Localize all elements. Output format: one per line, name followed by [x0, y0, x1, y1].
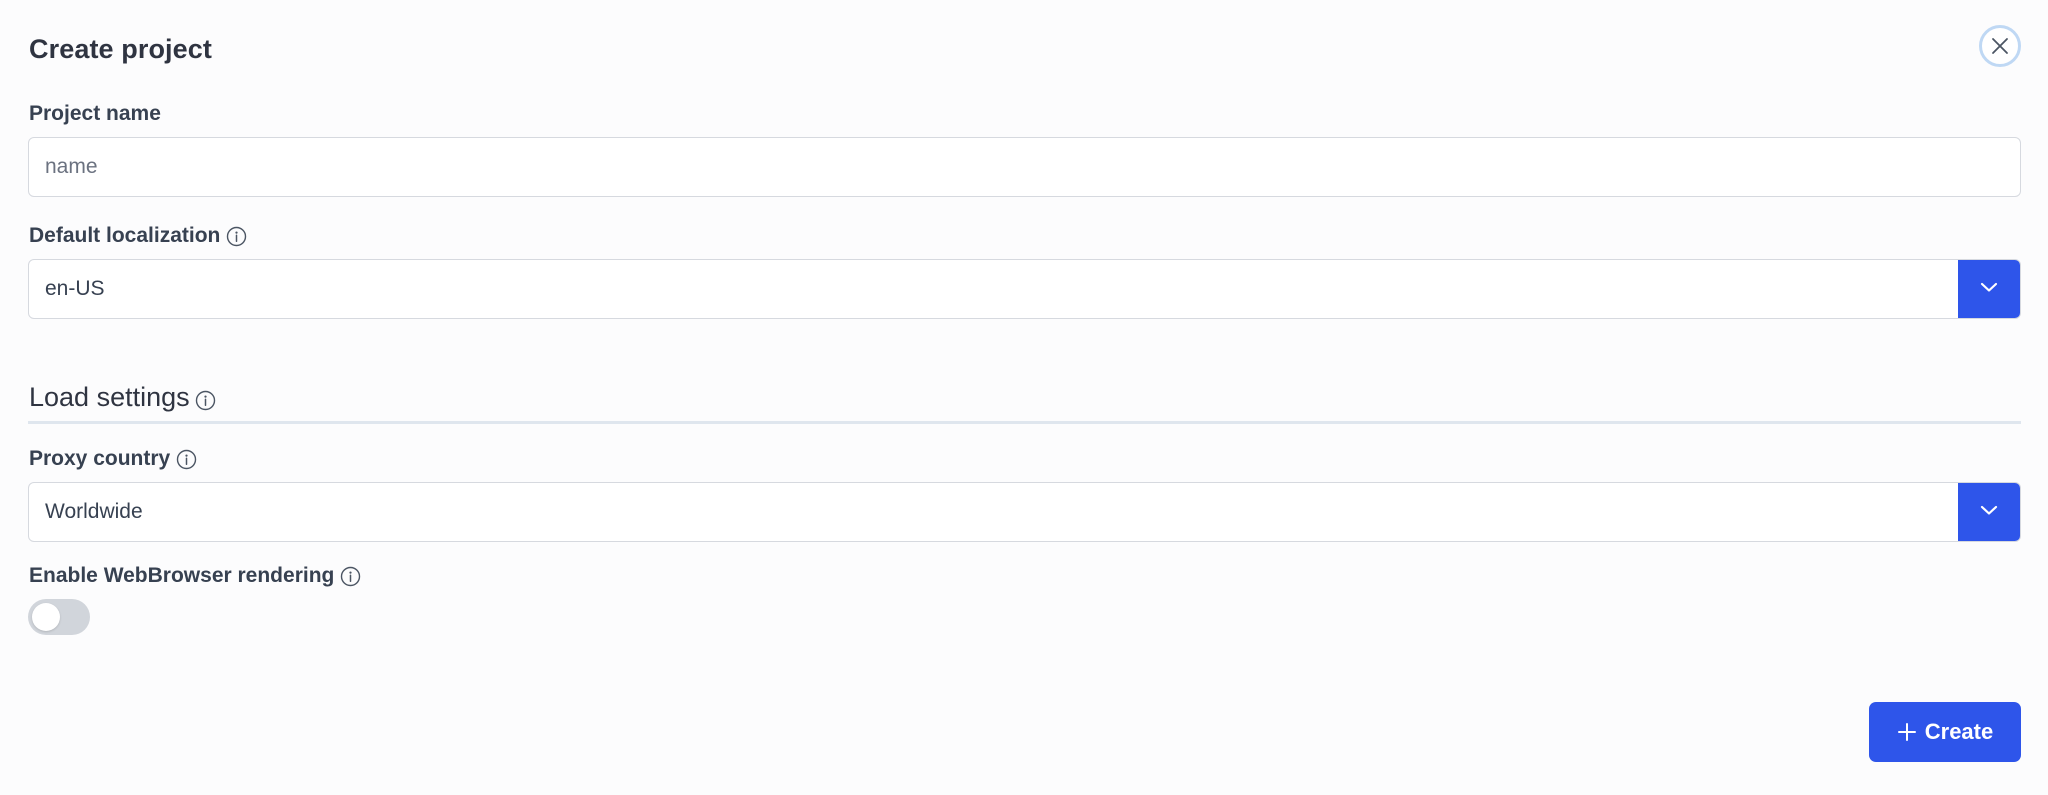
dialog-title: Create project [29, 34, 212, 64]
project-name-input[interactable] [28, 137, 2021, 197]
create-button-label: Create [1924, 719, 1994, 744]
proxy-country-dropdown-button[interactable] [1958, 483, 2020, 541]
proxy-country-select[interactable]: Worldwide [28, 482, 2021, 542]
proxy-country-value: Worldwide [45, 500, 143, 523]
create-button[interactable]: Create [1869, 702, 2021, 762]
default-localization-dropdown-button[interactable] [1958, 260, 2020, 318]
chevron-down-icon [1980, 280, 1998, 298]
proxy-country-label: Proxy country [29, 447, 197, 471]
webbrowser-rendering-toggle[interactable] [28, 599, 90, 635]
info-icon[interactable] [340, 566, 361, 587]
section-divider [28, 421, 2021, 424]
info-icon[interactable] [176, 449, 197, 470]
default-localization-select[interactable]: en-US [28, 259, 2021, 319]
create-project-dialog: Create project Project name Default loca… [0, 0, 2048, 795]
webbrowser-rendering-label: Enable WebBrowser rendering [29, 564, 361, 588]
close-button[interactable] [1979, 25, 2021, 67]
info-icon[interactable] [226, 226, 247, 247]
default-localization-label: Default localization [29, 224, 247, 248]
chevron-down-icon [1980, 503, 1998, 521]
project-name-label: Project name [29, 102, 161, 125]
plus-icon [1897, 722, 1917, 742]
info-icon[interactable] [195, 390, 216, 411]
load-settings-heading: Load settings [29, 382, 216, 413]
close-icon [1991, 37, 2009, 55]
toggle-knob [32, 603, 60, 631]
default-localization-value: en-US [45, 277, 105, 300]
